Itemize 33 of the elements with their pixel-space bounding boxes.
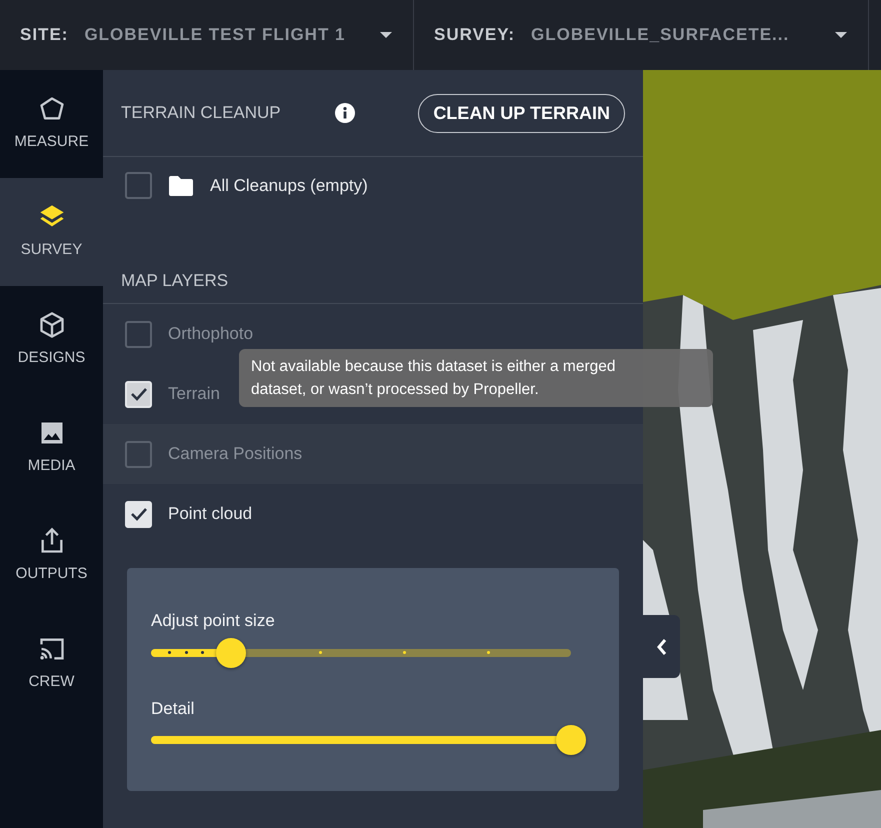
rail-tab[interactable]: MEDIA — [0, 394, 103, 502]
slider-label: Detail — [151, 698, 196, 720]
checkbox[interactable] — [125, 172, 152, 199]
check-icon — [130, 507, 148, 521]
info-icon[interactable] — [334, 103, 355, 123]
dropdown-value[interactable]: GLOBEVILLE_SURFACETE... — [531, 22, 790, 48]
section-title: TERRAIN CLEANUP — [121, 102, 281, 124]
slider-thumb[interactable] — [216, 638, 246, 668]
collapse-panel-button[interactable] — [643, 615, 680, 678]
rail-tab[interactable]: SURVEY — [0, 178, 103, 286]
rail-tab[interactable]: MEASURE — [0, 70, 103, 178]
caret-icon[interactable] — [834, 31, 848, 39]
layer-label: Terrain — [168, 383, 220, 406]
caret-icon[interactable] — [379, 31, 393, 39]
cube-icon — [38, 310, 66, 339]
layer-label: Point cloud — [168, 503, 252, 526]
rail-tab[interactable]: DESIGNS — [0, 286, 103, 394]
folder-icon — [168, 174, 194, 196]
slider-thumb[interactable] — [556, 725, 586, 755]
check-icon — [130, 387, 148, 401]
clean-up-button[interactable]: CLEAN UP TERRAIN — [418, 94, 625, 132]
layer-label: Camera Positions — [168, 443, 302, 466]
tooltip: Not available because this dataset is either a merged dataset, or wasn’t processed by Propeller. — [239, 349, 713, 407]
rail-tab[interactable]: OUTPUTS — [0, 502, 103, 610]
dropdown-value[interactable]: GLOBEVILLE TEST FLIGHT 1 — [84, 22, 346, 48]
rail-tab[interactable]: CREW — [0, 610, 103, 718]
slider-label: Adjust point size — [151, 610, 276, 632]
cleanup-label: All Cleanups (empty) — [210, 174, 368, 197]
section-title: MAP LAYERS — [121, 270, 228, 292]
layer-label: Orthophoto — [168, 323, 254, 346]
chevron-left-icon — [656, 638, 668, 656]
dropdown-label: SITE: — [20, 24, 68, 46]
dropdown-label: SURVEY: — [434, 24, 516, 46]
